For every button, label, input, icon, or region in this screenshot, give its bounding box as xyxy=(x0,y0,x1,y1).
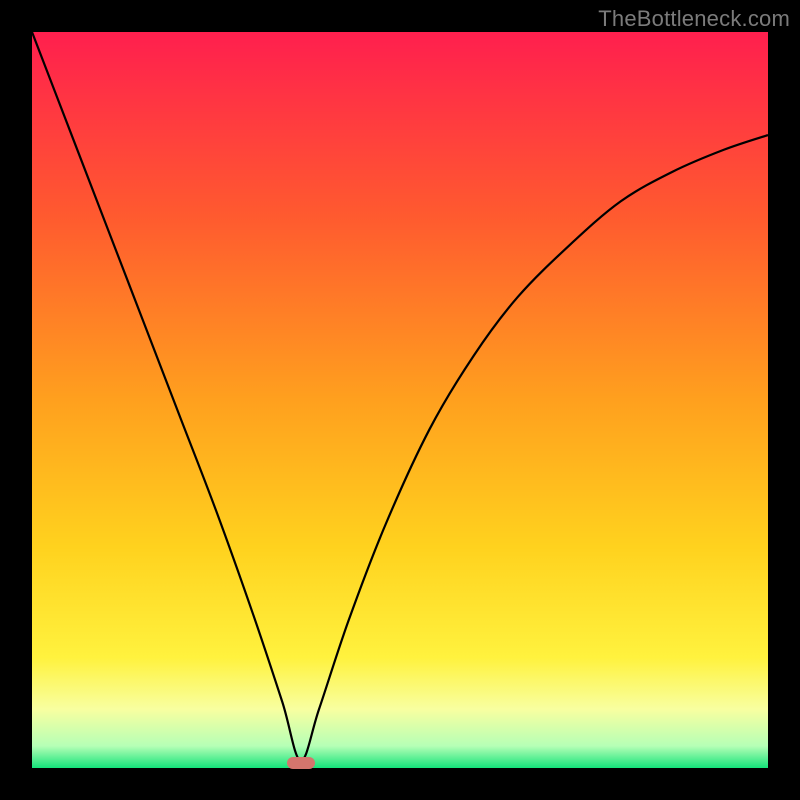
plot-area xyxy=(32,32,768,768)
min-marker xyxy=(287,757,315,769)
chart-frame: TheBottleneck.com xyxy=(0,0,800,800)
watermark-text: TheBottleneck.com xyxy=(598,6,790,32)
bottleneck-curve xyxy=(32,32,768,768)
